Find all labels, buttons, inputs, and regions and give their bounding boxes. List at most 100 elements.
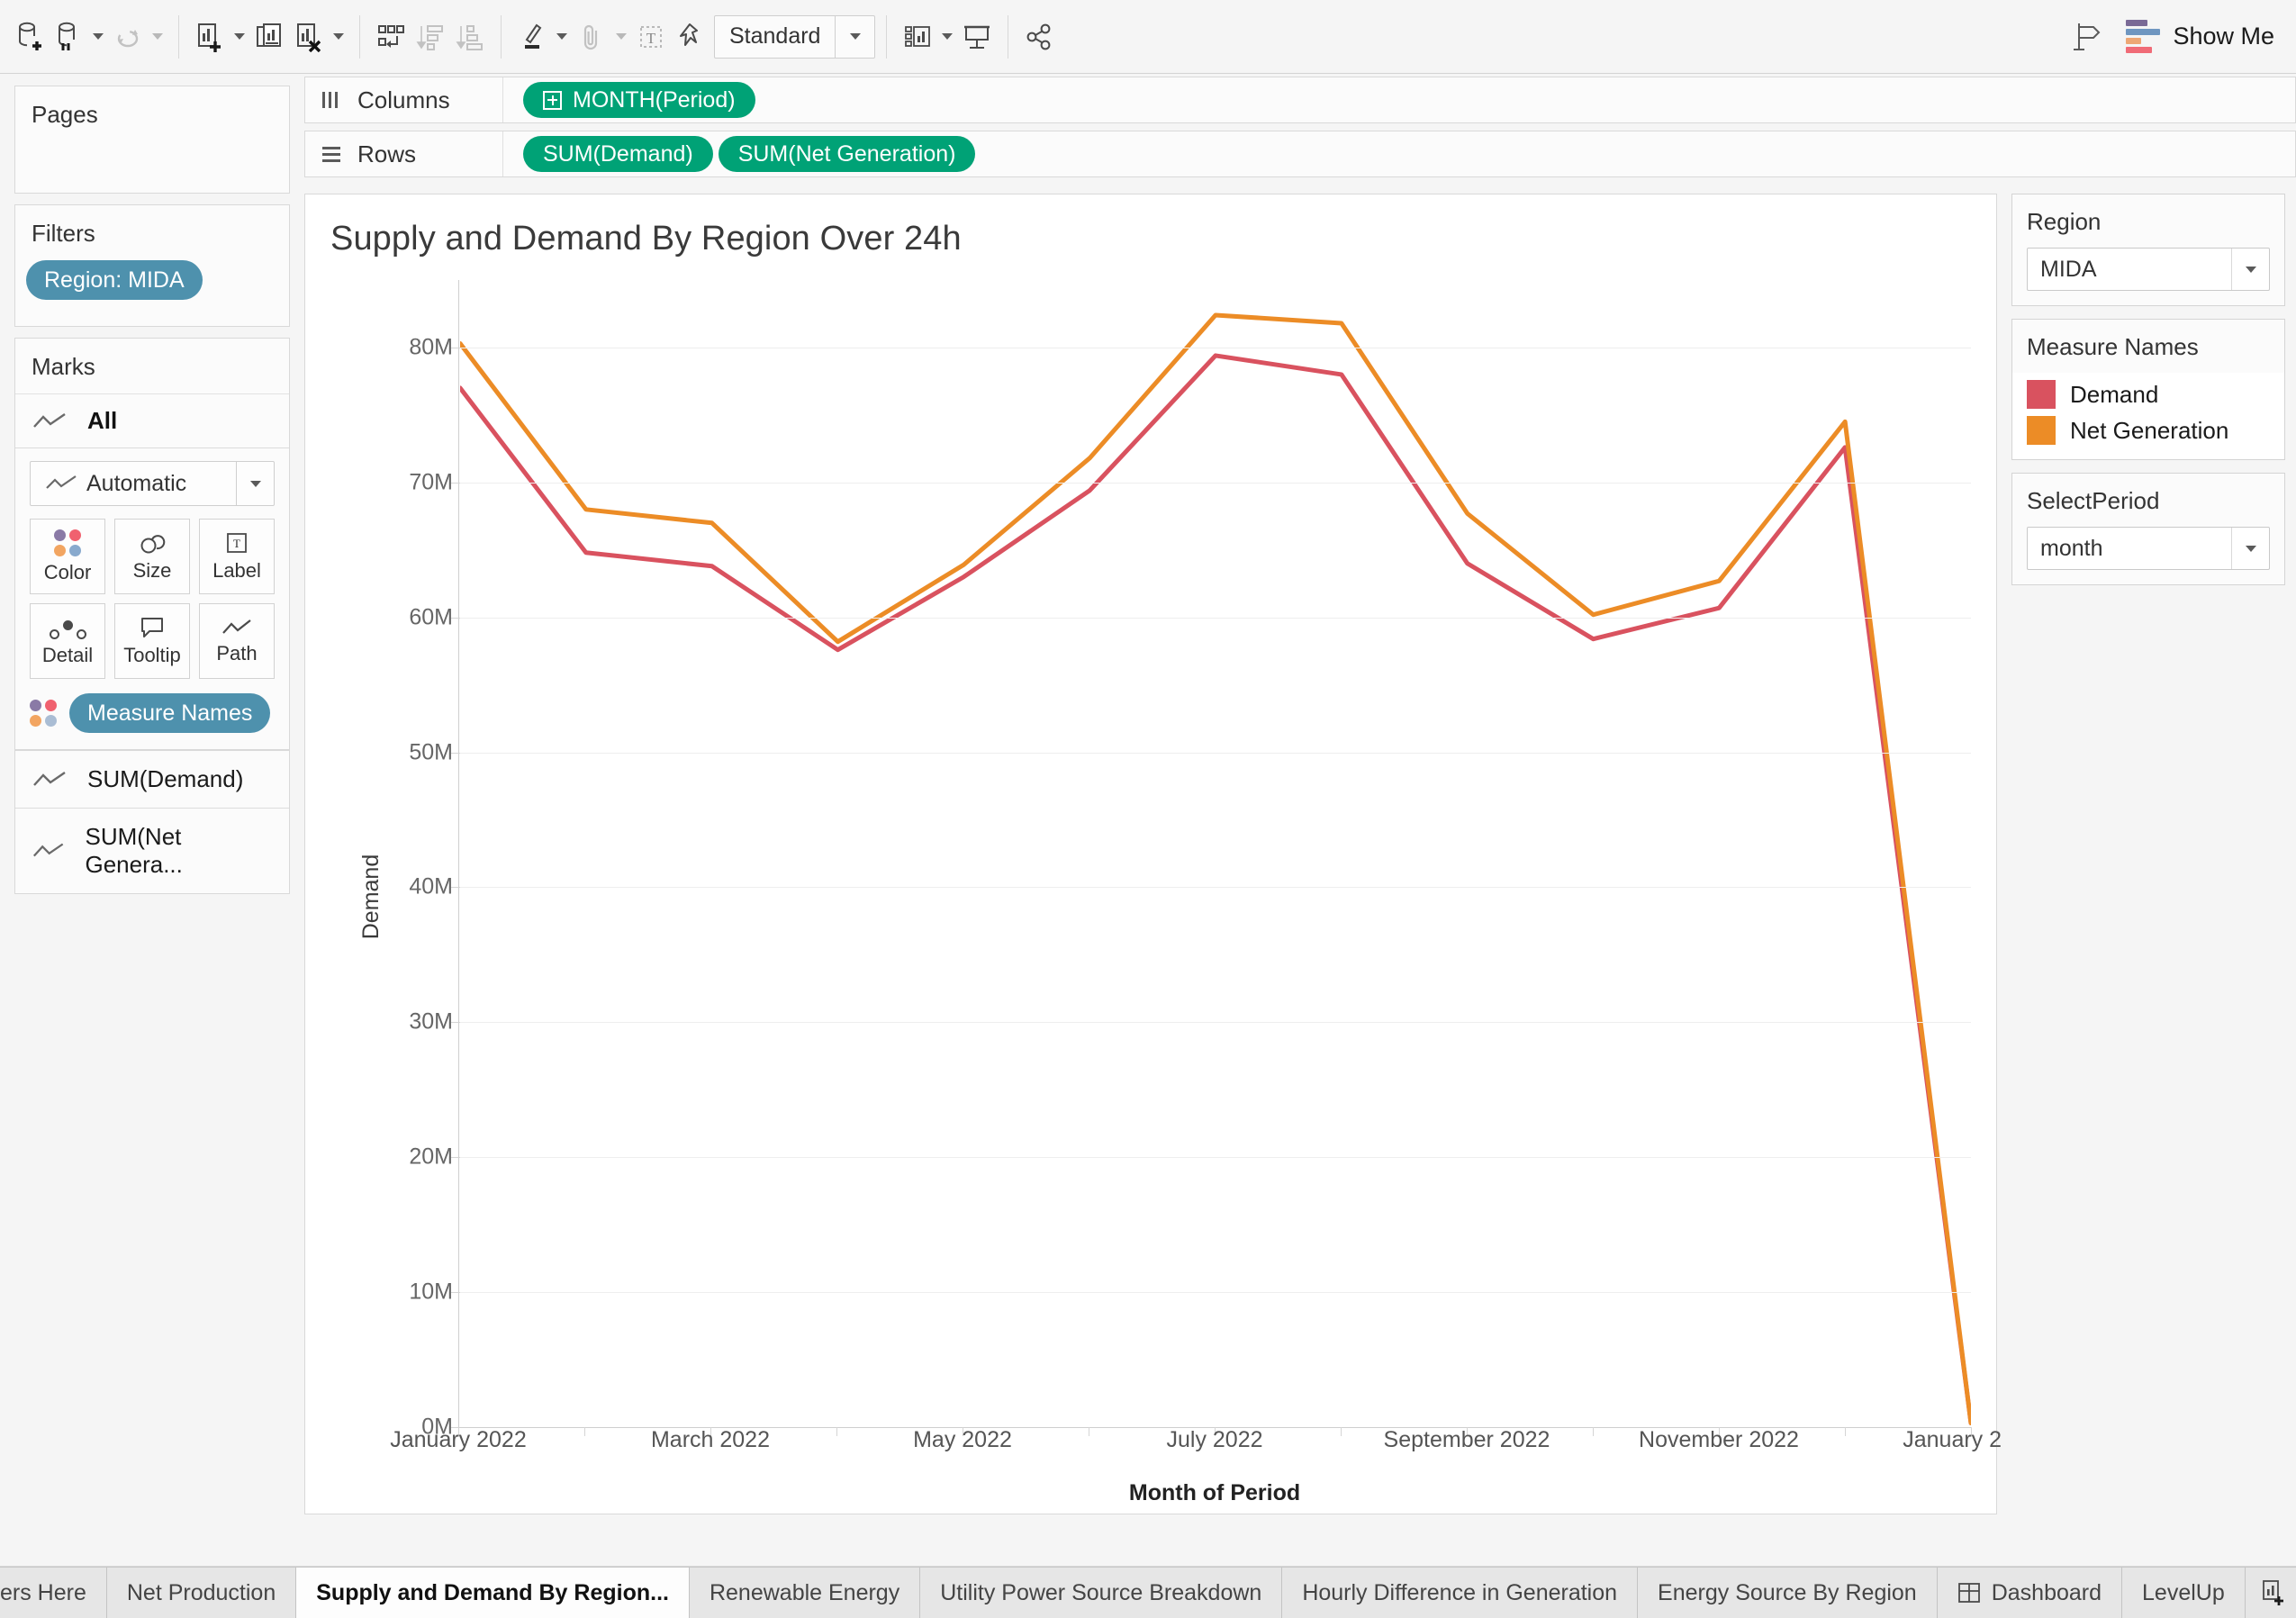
- marks-encoding-grid: Color Size T Label Detail Tooltip Path: [30, 519, 275, 679]
- marks-all-label: All: [87, 407, 118, 434]
- svg-text:T: T: [646, 30, 656, 47]
- x-tick-label: September 2022: [1383, 1427, 1550, 1452]
- duplicate-sheet-icon[interactable]: [249, 14, 289, 59]
- swap-rows-columns-icon[interactable]: [371, 14, 411, 59]
- show-hide-cards-icon[interactable]: [898, 14, 937, 59]
- color-legend: Demand Net Generation: [2012, 373, 2284, 459]
- show-me-button[interactable]: Show Me: [2126, 20, 2274, 53]
- marks-color-button[interactable]: Color: [30, 519, 105, 594]
- worksheet-tab[interactable]: Utility Power Source Breakdown: [920, 1568, 1283, 1618]
- encoding-chip-measure-names[interactable]: Measure Names: [69, 693, 271, 733]
- new-worksheet-caret[interactable]: [230, 14, 249, 59]
- marks-tooltip-button[interactable]: Tooltip: [114, 603, 190, 679]
- presentation-mode-icon[interactable]: [957, 14, 997, 59]
- share-icon[interactable]: [1019, 14, 1059, 59]
- view-mode-select[interactable]: Standard: [714, 14, 876, 59]
- worksheet-tab[interactable]: Hourly Difference in Generation: [1282, 1568, 1639, 1618]
- view-mode-caret[interactable]: [835, 15, 874, 58]
- region-select-value: MIDA: [2040, 256, 2097, 282]
- legend-item-net-generation[interactable]: Net Generation: [2012, 412, 2284, 448]
- columns-shelf[interactable]: Columns MONTH(Period): [304, 77, 2296, 123]
- marks-detail-button[interactable]: Detail: [30, 603, 105, 679]
- rows-icon: [322, 147, 340, 162]
- marks-size-button[interactable]: Size: [114, 519, 190, 594]
- worksheet-tab[interactable]: Net Production: [106, 1568, 297, 1618]
- show-hide-cards-caret[interactable]: [937, 14, 957, 59]
- tab-action-icons: [2245, 1568, 2296, 1618]
- pause-data-updates-icon[interactable]: [49, 14, 88, 59]
- rows-drop-zone[interactable]: SUM(Demand) SUM(Net Generation): [503, 131, 2295, 176]
- y-tick-mark: [451, 752, 460, 754]
- worksheet-tab[interactable]: ers Here: [0, 1568, 107, 1618]
- region-select-caret[interactable]: [2231, 249, 2269, 290]
- highlighter-icon[interactable]: [512, 14, 552, 59]
- clear-sheet-caret[interactable]: [329, 14, 348, 59]
- grid-line: [460, 1157, 1971, 1159]
- columns-label: Columns: [357, 86, 450, 113]
- region-select[interactable]: MIDA: [2027, 248, 2270, 291]
- text-box-icon[interactable]: T: [631, 14, 671, 59]
- filters-card: Filters Region: MIDA: [14, 204, 290, 327]
- measure-names-legend-card: Measure Names Demand Net Generation: [2011, 319, 2285, 460]
- legend-item-demand[interactable]: Demand: [2012, 376, 2284, 412]
- attachment-icon[interactable]: [572, 14, 611, 59]
- select-period-caret[interactable]: [2231, 528, 2269, 569]
- worksheet-tab[interactable]: Supply and Demand By Region...: [296, 1568, 690, 1618]
- text-label-icon: T: [227, 532, 247, 553]
- select-period-select[interactable]: month: [2027, 527, 2270, 570]
- filter-chip-region[interactable]: Region: MIDA: [26, 260, 203, 300]
- size-icon: [140, 534, 166, 553]
- y-tick-mark: [451, 617, 460, 619]
- worksheet-tab[interactable]: Dashboard: [1937, 1568, 2123, 1618]
- pill-sum-demand[interactable]: SUM(Demand): [523, 136, 713, 172]
- y-axis-tick-labels: 0M 10M 20M 30M 40M 50M 60M 70M 80M: [341, 280, 458, 1439]
- marks-all-tab[interactable]: All: [15, 394, 289, 448]
- clear-sheet-icon[interactable]: [289, 14, 329, 59]
- y-tick-label: 70M: [409, 469, 453, 495]
- mark-type-caret[interactable]: [236, 462, 274, 505]
- worksheet-tab[interactable]: Energy Source By Region: [1638, 1568, 1938, 1618]
- select-period-title: SelectPeriod: [2027, 487, 2160, 514]
- marks-size-label: Size: [132, 558, 172, 582]
- y-tick-label: 80M: [409, 334, 453, 360]
- rows-shelf[interactable]: Rows SUM(Demand) SUM(Net Generation): [304, 131, 2296, 177]
- grid-line: [460, 617, 1971, 619]
- new-data-source-icon[interactable]: [9, 14, 49, 59]
- y-tick-label: 20M: [409, 1143, 453, 1170]
- columns-drop-zone[interactable]: MONTH(Period): [503, 77, 2295, 122]
- attachment-caret[interactable]: [611, 14, 631, 59]
- pages-title: Pages: [32, 101, 98, 128]
- refresh-caret[interactable]: [148, 14, 167, 59]
- sort-ascending-icon[interactable]: [411, 14, 450, 59]
- measure-names-title: Measure Names: [2027, 333, 2199, 360]
- y-tick-mark: [451, 482, 460, 484]
- sort-descending-icon[interactable]: [450, 14, 490, 59]
- marks-color-encoding-row: Measure Names: [30, 693, 275, 733]
- worksheet-tab-label: Renewable Energy: [709, 1579, 900, 1605]
- worksheet-tab[interactable]: LevelUp: [2122, 1568, 2246, 1618]
- left-panel: Pages Filters Region: MIDA Marks All Aut…: [0, 75, 304, 1567]
- pill-month-period[interactable]: MONTH(Period): [523, 82, 755, 118]
- marks-card-sum-net-generation[interactable]: SUM(Net Genera...: [15, 808, 289, 893]
- new-worksheet-icon[interactable]: [190, 14, 230, 59]
- pill-sum-net-generation[interactable]: SUM(Net Generation): [718, 136, 976, 172]
- marks-label-button[interactable]: T Label: [199, 519, 275, 594]
- marks-path-button[interactable]: Path: [199, 603, 275, 679]
- show-mark-labels-icon[interactable]: [2066, 14, 2106, 59]
- plot-canvas: [451, 280, 1971, 1428]
- marks-label-label: Label: [212, 558, 261, 582]
- y-tick-label: 60M: [409, 604, 453, 630]
- x-tick-label: November 2022: [1639, 1427, 1799, 1452]
- mark-type-select[interactable]: Automatic: [30, 461, 275, 506]
- pause-data-updates-caret[interactable]: [88, 14, 108, 59]
- expand-hierarchy-icon[interactable]: [543, 90, 562, 110]
- detail-icon: [49, 616, 86, 639]
- measure-cards-list: SUM(Demand) SUM(Net Genera...: [14, 750, 290, 894]
- highlighter-caret[interactable]: [552, 14, 572, 59]
- marks-card-sum-demand[interactable]: SUM(Demand): [15, 751, 289, 808]
- refresh-data-source-icon[interactable]: [108, 14, 148, 59]
- new-worksheet-icon[interactable]: [2245, 1568, 2296, 1618]
- fix-axes-icon[interactable]: [671, 14, 710, 59]
- worksheet-tab[interactable]: Renewable Energy: [689, 1568, 921, 1618]
- show-me-icon: [2126, 20, 2161, 53]
